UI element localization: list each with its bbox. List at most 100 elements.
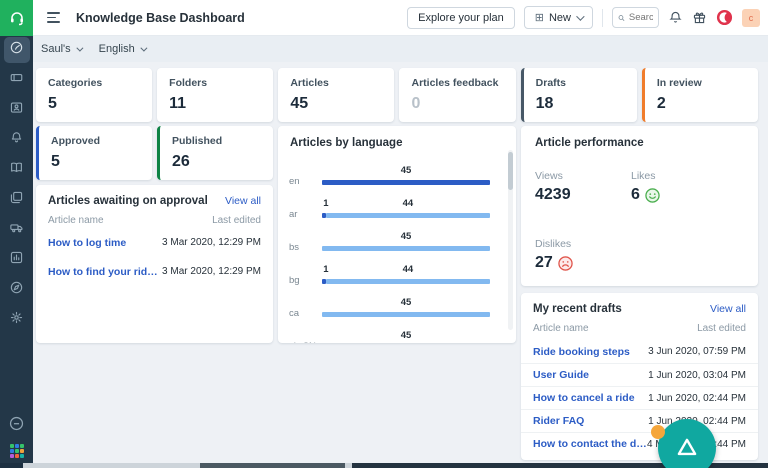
awaiting-view-all-link[interactable]: View all: [225, 195, 261, 207]
sidebar-item-contacts[interactable]: [4, 97, 30, 123]
stat-label: Approved: [51, 135, 140, 147]
header-actions: Explore your plan ⊞ New: [407, 6, 768, 29]
likes-label: Likes: [631, 170, 660, 182]
bar-segment: [322, 246, 490, 251]
app-dot: [15, 454, 19, 458]
stats-grid-row2: Approved 5 Published26: [36, 126, 273, 180]
value-label: 1: [323, 264, 328, 275]
sidebar: [0, 0, 33, 468]
app-switcher-grid-icon: [10, 444, 24, 458]
chevron-down-icon: [76, 44, 83, 51]
dislikes-value: 27: [535, 254, 553, 272]
new-button[interactable]: ⊞ New: [524, 6, 593, 29]
headset-icon: [8, 9, 26, 27]
article-link[interactable]: How to log time: [48, 237, 126, 249]
horizontal-scrollbar[interactable]: [23, 463, 768, 468]
settings-icon: [9, 310, 24, 330]
page-title: Knowledge Base Dashboard: [76, 11, 245, 25]
views-label: Views: [535, 170, 571, 182]
freshdesk-logo[interactable]: [0, 0, 33, 36]
bar-segment: [326, 279, 490, 284]
sidebar-item-explore[interactable]: [4, 277, 30, 303]
sidebar-item-forums[interactable]: [4, 187, 30, 213]
column-article-name: Article name: [533, 323, 589, 334]
app-dot: [10, 449, 14, 453]
column-last-edited: Last edited: [212, 215, 261, 226]
app-dot: [20, 449, 24, 453]
table-row: How to log time3 Mar 2020, 12:29 PM: [36, 230, 273, 255]
contacts-icon: [9, 100, 24, 120]
stat-card-in-review[interactable]: In review2: [642, 68, 758, 122]
dashboard-icon: [9, 40, 24, 60]
stat-label: In review: [657, 77, 746, 89]
search-input[interactable]: [629, 12, 653, 23]
sidebar-item-dashboard[interactable]: [4, 37, 30, 63]
stat-card-drafts[interactable]: Drafts18: [521, 68, 637, 122]
sidebar-toggle-icon[interactable]: [47, 12, 61, 23]
stat-card-published[interactable]: Published26: [157, 126, 273, 180]
article-link[interactable]: Rider FAQ: [533, 415, 584, 427]
chevron-down-icon: [140, 44, 147, 51]
sidebar-help[interactable]: [0, 415, 33, 432]
stat-value: 0: [411, 95, 503, 113]
chevron-down-icon: [576, 12, 584, 20]
bar-segment: [322, 312, 490, 317]
awaiting-rows: How to log time3 Mar 2020, 12:29 PMHow t…: [36, 230, 273, 284]
value-label: 45: [401, 330, 412, 341]
notifications-bell[interactable]: [668, 10, 683, 25]
frowny-face-icon: [558, 256, 573, 271]
category-label: bs: [289, 242, 299, 253]
stat-card-approved[interactable]: Approved 5: [36, 126, 152, 180]
freddy-toggle[interactable]: [716, 9, 733, 26]
article-link[interactable]: How to contact the driver: [533, 438, 647, 450]
sidebar-item-tickets[interactable]: [4, 67, 30, 93]
chart-scrollbar-thumb[interactable]: [508, 152, 513, 190]
bar-chart: en45ar144bs45bg144ca45zh-CN45: [278, 152, 516, 343]
article-link[interactable]: User Guide: [533, 369, 589, 381]
user-avatar[interactable]: c: [742, 9, 760, 27]
stat-label: Categories: [48, 77, 140, 89]
article-link[interactable]: How to cancel a ride: [533, 392, 635, 404]
article-performance-card: Article performance Views 4239 Likes 6 D…: [521, 126, 758, 286]
gift-icon: [692, 10, 707, 25]
stat-card-articles[interactable]: Articles45: [278, 68, 394, 122]
help-widget-fab[interactable]: [658, 419, 716, 468]
forums-icon: [9, 190, 24, 210]
sidebar-item-alerts[interactable]: [4, 127, 30, 153]
bar-segment: [322, 180, 490, 185]
column-article-name: Article name: [48, 215, 104, 226]
horizontal-scrollbar-thumb[interactable]: [200, 463, 345, 468]
sidebar-item-knowledge-base[interactable]: [4, 157, 30, 183]
article-link[interactable]: Ride booking steps: [533, 346, 630, 358]
whats-new-gift[interactable]: [692, 10, 707, 25]
language-dropdown[interactable]: English: [99, 43, 145, 55]
top-header: Knowledge Base Dashboard Explore your pl…: [33, 0, 768, 36]
stat-card-categories[interactable]: Categories5: [36, 68, 152, 122]
crescent-icon: [716, 9, 733, 26]
knowledge-base-icon: [9, 160, 24, 180]
stat-card-folders[interactable]: Folders11: [157, 68, 273, 122]
filter-bar: Saul's English: [33, 36, 768, 62]
search-box[interactable]: [612, 7, 659, 28]
value-label: 44: [403, 264, 414, 275]
value-label: 45: [401, 297, 412, 308]
app-switcher[interactable]: [0, 444, 33, 458]
drafts-view-all-link[interactable]: View all: [710, 303, 746, 315]
stat-value: 5: [51, 153, 140, 171]
explore-plan-button[interactable]: Explore your plan: [407, 7, 515, 29]
article-link[interactable]: How to find your ride far...: [48, 266, 162, 278]
help-circle-icon: [8, 415, 25, 432]
portal-dropdown[interactable]: Saul's: [41, 43, 81, 55]
likes-metric: Likes 6: [631, 170, 660, 204]
last-edited-date: 3 Mar 2020, 12:29 PM: [162, 266, 261, 277]
likes-value: 6: [631, 186, 640, 204]
sidebar-item-settings[interactable]: [4, 307, 30, 333]
sidebar-item-field-service[interactable]: [4, 217, 30, 243]
sidebar-bottom-cap: [0, 463, 23, 468]
chart-row-zh-CN: zh-CN45: [278, 328, 516, 343]
table-row: How to cancel a ride1 Jun 2020, 02:44 PM: [521, 386, 758, 409]
stat-card-articles-feedback[interactable]: Articles feedback0: [399, 68, 515, 122]
table-row: How to find your ride far...3 Mar 2020, …: [36, 259, 273, 284]
dislikes-metric: Dislikes 27: [535, 238, 573, 272]
sidebar-item-analytics[interactable]: [4, 247, 30, 273]
